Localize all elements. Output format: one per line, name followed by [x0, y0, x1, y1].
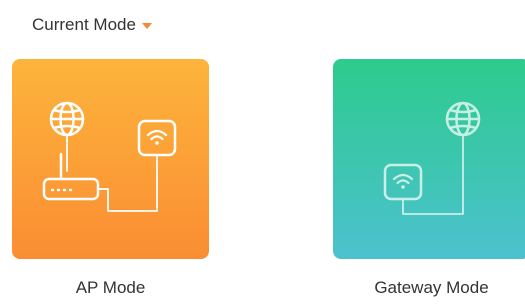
mode-selector: Current Mode AP Mode Gateway Mode	[0, 0, 525, 305]
gateway-mode-label[interactable]: Gateway Mode	[333, 278, 525, 298]
globe-icon	[445, 101, 481, 137]
gateway-mode-card[interactable]	[333, 59, 525, 259]
ap-mode-card[interactable]	[12, 59, 209, 259]
wifi-extender-icon	[383, 163, 423, 201]
current-mode-label: Current Mode	[32, 15, 136, 34]
current-mode-dropdown[interactable]: Current Mode	[32, 13, 152, 37]
caret-down-icon	[141, 23, 152, 29]
wifi-extender-icon	[137, 119, 177, 157]
globe-icon	[49, 101, 85, 137]
ap-mode-label[interactable]: AP Mode	[12, 278, 209, 298]
router-icon	[42, 152, 100, 201]
